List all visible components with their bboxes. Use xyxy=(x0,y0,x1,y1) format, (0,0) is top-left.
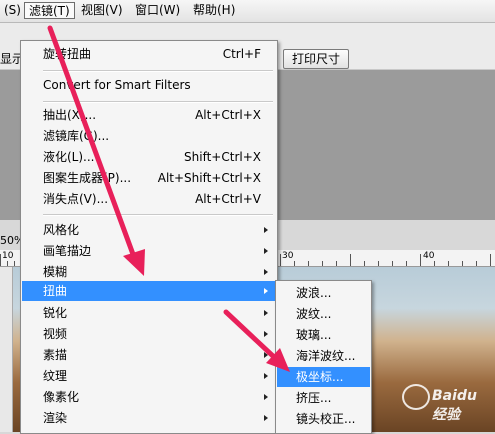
vertical-ruler xyxy=(0,267,13,432)
submenu-item-label: 挤压... xyxy=(296,391,332,405)
menu-item-label: 旋转扭曲 xyxy=(43,47,92,61)
distort-submenu: 波浪... 波纹... 玻璃... 海洋波纹... 极坐标... 挤压... 镜… xyxy=(275,280,372,434)
submenu-item-label: 玻璃... xyxy=(296,328,332,342)
watermark-text: Baidu 经验 xyxy=(432,388,477,423)
menu-item-last-filter[interactable]: 旋转扭曲 Ctrl+F xyxy=(22,44,276,64)
submenu-item-label: 海洋波纹... xyxy=(296,349,356,363)
filter-menu: 旋转扭曲 Ctrl+F Convert for Smart Filters 抽出… xyxy=(20,40,278,434)
menu-item-shortcut: Ctrl+F xyxy=(222,47,261,61)
menu-item-label: 模糊 xyxy=(43,265,68,279)
menu-item-label: 素描 xyxy=(43,348,68,362)
menu-item-label: 抽出(X)... xyxy=(43,108,97,122)
menu-item-render[interactable]: 渲染 xyxy=(22,408,276,428)
menu-item-label: 滤镜库(G)... xyxy=(43,129,110,143)
ruler-number: 10 xyxy=(2,251,14,261)
submenu-arrow-icon xyxy=(264,248,268,254)
menu-item-liquify[interactable]: 液化(L)... Shift+Ctrl+X xyxy=(22,147,276,167)
baidu-watermark: Baidu 经验 xyxy=(402,384,492,423)
submenu-item-pinch[interactable]: 挤压... xyxy=(277,388,370,408)
menu-separator xyxy=(43,214,273,216)
menu-item-sharpen[interactable]: 锐化 xyxy=(22,303,276,323)
menu-item-label: Convert for Smart Filters xyxy=(43,78,191,92)
menu-item-label: 扭曲 xyxy=(43,284,68,298)
menu-bar: (S) 滤镜(T) 视图(V) 窗口(W) 帮助(H) xyxy=(0,0,495,23)
menu-item-filter-gallery[interactable]: 滤镜库(G)... xyxy=(22,126,276,146)
submenu-arrow-icon xyxy=(264,310,268,316)
menu-item-label: 画笔描边 xyxy=(43,244,92,258)
menu-help[interactable]: 帮助(H) xyxy=(189,2,239,19)
menu-item-label: 像素化 xyxy=(43,390,80,404)
submenu-arrow-icon xyxy=(264,269,268,275)
menu-item-label: 纹理 xyxy=(43,369,68,383)
menu-item-stylize[interactable]: 风格化 xyxy=(22,220,276,240)
submenu-arrow-icon xyxy=(264,331,268,337)
menu-separator xyxy=(43,101,273,103)
menu-item-texture[interactable]: 纹理 xyxy=(22,366,276,386)
menu-item-extract[interactable]: 抽出(X)... Alt+Ctrl+X xyxy=(22,105,276,125)
menu-item-video[interactable]: 视频 xyxy=(22,324,276,344)
menu-item-brush-strokes[interactable]: 画笔描边 xyxy=(22,241,276,261)
menu-item-label: 液化(L)... xyxy=(43,150,95,164)
menu-select[interactable]: (S) xyxy=(0,2,25,19)
menu-item-label: 视频 xyxy=(43,327,68,341)
menu-item-label: 消失点(V)... xyxy=(43,192,109,206)
paw-logo-icon xyxy=(402,384,430,410)
submenu-arrow-icon xyxy=(264,352,268,358)
menu-item-convert-smart-filters[interactable]: Convert for Smart Filters xyxy=(22,75,276,95)
menu-item-pattern-maker[interactable]: 图案生成器(P)... Alt+Shift+Ctrl+X xyxy=(22,168,276,188)
submenu-arrow-icon xyxy=(264,288,268,294)
menu-item-blur[interactable]: 模糊 xyxy=(22,262,276,282)
menu-item-shortcut: Alt+Ctrl+X xyxy=(195,108,261,122)
menu-view[interactable]: 视图(V) xyxy=(77,2,127,19)
menu-window[interactable]: 窗口(W) xyxy=(131,2,184,19)
submenu-item-wave[interactable]: 波浪... xyxy=(277,283,370,303)
submenu-item-ocean-ripple[interactable]: 海洋波纹... xyxy=(277,346,370,366)
menu-item-shortcut: Alt+Shift+Ctrl+X xyxy=(157,171,261,185)
menu-item-label: 锐化 xyxy=(43,306,68,320)
submenu-item-polar-coordinates[interactable]: 极坐标... xyxy=(277,367,370,387)
submenu-item-label: 波浪... xyxy=(296,286,332,300)
menu-item-label: 风格化 xyxy=(43,223,80,237)
submenu-arrow-icon xyxy=(264,394,268,400)
menu-item-shortcut: Shift+Ctrl+X xyxy=(184,150,261,164)
submenu-item-lens-correction[interactable]: 镜头校正... xyxy=(277,409,370,429)
ruler-number: 40 xyxy=(423,251,435,261)
menu-item-vanishing-point[interactable]: 消失点(V)... Alt+Ctrl+V xyxy=(22,189,276,209)
submenu-item-label: 波纹... xyxy=(296,307,332,321)
submenu-item-ripple[interactable]: 波纹... xyxy=(277,304,370,324)
menu-filter[interactable]: 滤镜(T) xyxy=(24,2,75,19)
menu-separator xyxy=(43,70,273,72)
submenu-item-glass[interactable]: 玻璃... xyxy=(277,325,370,345)
submenu-arrow-icon xyxy=(264,227,268,233)
menu-item-shortcut: Alt+Ctrl+V xyxy=(195,192,261,206)
menu-item-label: 图案生成器(P)... xyxy=(43,171,132,185)
submenu-item-label: 镜头校正... xyxy=(296,412,356,426)
menu-item-sketch[interactable]: 素描 xyxy=(22,345,276,365)
ruler-number: 30 xyxy=(282,251,294,261)
menu-item-pixelate[interactable]: 像素化 xyxy=(22,387,276,407)
submenu-arrow-icon xyxy=(264,373,268,379)
menu-item-label: 渲染 xyxy=(43,411,68,425)
menu-item-distort[interactable]: 扭曲 xyxy=(22,281,276,301)
submenu-arrow-icon xyxy=(264,415,268,421)
submenu-item-label: 极坐标... xyxy=(296,370,344,384)
print-size-button[interactable]: 打印尺寸 xyxy=(283,49,349,69)
